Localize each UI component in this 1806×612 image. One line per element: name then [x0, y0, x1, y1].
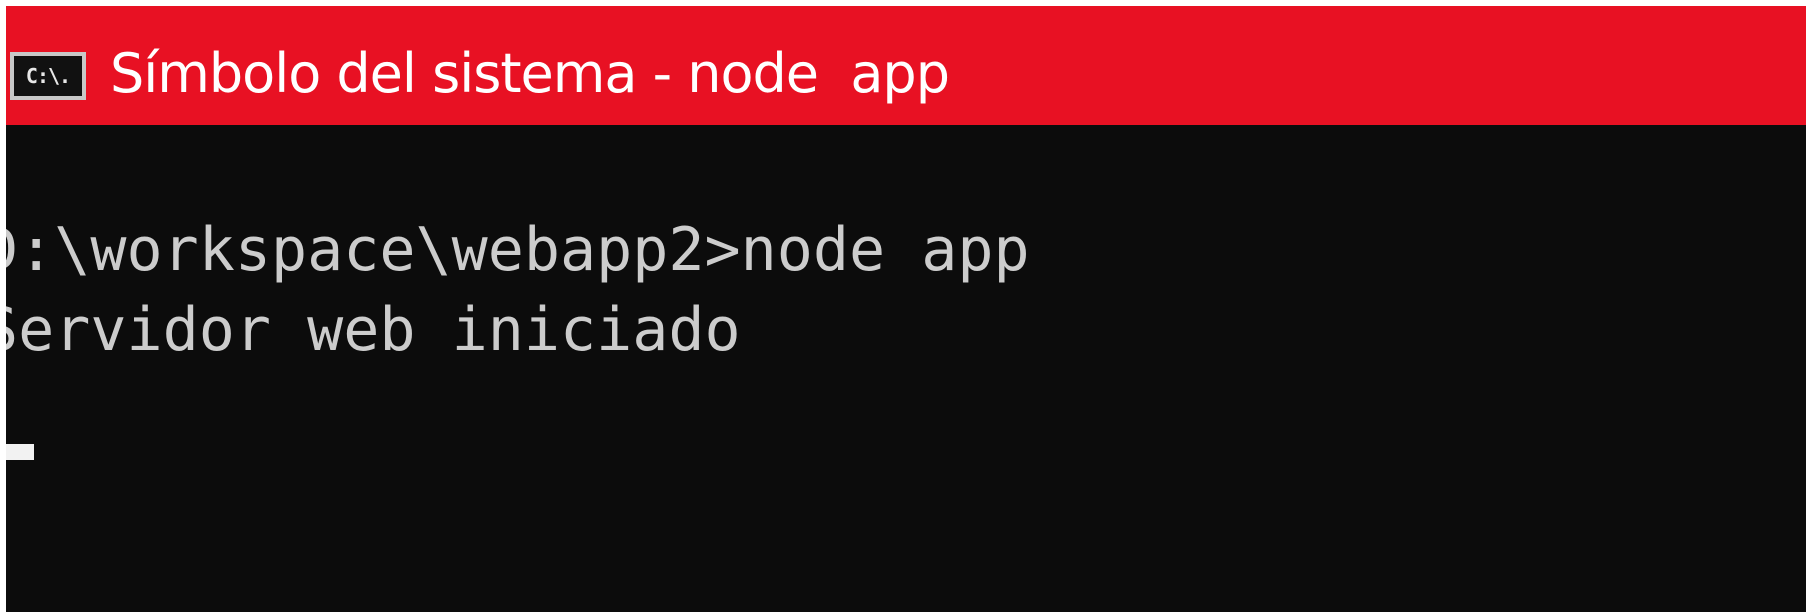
- console-output[interactable]: D:\workspace\webapp2>node app Servidor w…: [6, 210, 1806, 610]
- title-bar[interactable]: C:\. Símbolo del sistema - node app: [6, 6, 1806, 125]
- command-prompt-icon[interactable]: C:\.: [10, 52, 86, 100]
- console-cursor-row: [6, 444, 36, 464]
- command-prompt-window: C:\. Símbolo del sistema - node app D:\w…: [6, 6, 1806, 612]
- command-prompt-icon-label: C:\.: [14, 56, 82, 96]
- blinking-cursor: [6, 444, 34, 460]
- window-title: Símbolo del sistema - node app: [110, 42, 950, 105]
- console-line-server-started: Servidor web iniciado: [6, 295, 741, 365]
- console-line-command: D:\workspace\webapp2>node app: [6, 215, 1030, 285]
